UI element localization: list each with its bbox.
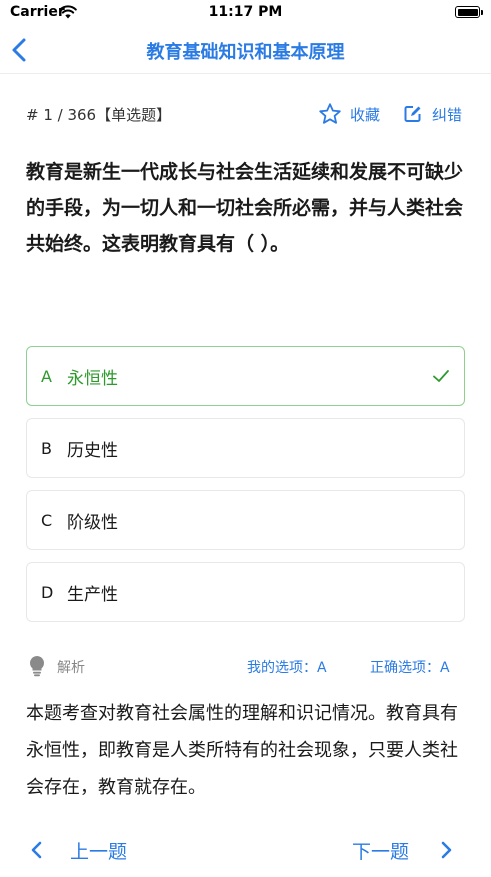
correct-choice: 正确选项：A [370,660,450,676]
question-counter: # 1 / 366【单选题】 [26,106,172,124]
option-text: 永恒性 [67,368,118,389]
correct-error-label: 纠错 [432,105,463,124]
battery-icon [455,6,480,18]
lightbulb-icon [29,655,45,677]
option-letter: C [41,510,53,530]
option-letter: D [41,582,54,602]
edit-icon [404,106,421,122]
correct-error-button[interactable]: 纠错 [404,101,462,127]
option-b[interactable]: B 历史性 [26,418,465,478]
status-bar: Carrier 11:17 PM [0,0,491,26]
option-letter: B [41,438,52,458]
status-time: 11:17 PM [208,4,283,20]
option-d[interactable]: D 生产性 [26,562,465,622]
option-text: 阶级性 [67,512,118,533]
favorite-button[interactable]: 收藏 [318,101,380,127]
prev-question-button[interactable]: 上一题 [30,835,127,865]
question-text: 教育是新生一代成长与社会生活延续和发展不可缺少的手段，为一切人和一切社会所必需，… [26,161,464,255]
checkmark-icon [433,370,449,382]
next-question-label: 下一题 [352,840,410,863]
battery-cap [481,10,483,15]
analysis-label: 解析 [57,660,85,676]
chevron-right-icon [441,841,452,859]
chevron-left-icon [31,841,42,859]
nav-title: 教育基础知识和基本原理 [146,42,345,63]
option-c[interactable]: C 阶级性 [26,490,465,550]
my-choice: 我的选项：A [247,660,327,676]
favorite-label: 收藏 [350,105,381,124]
star-outline-icon [319,103,341,124]
option-letter: A [41,366,52,386]
nav-bar: 教育基础知识和基本原理 [0,26,491,74]
next-question-button[interactable]: 下一题 [352,835,453,865]
option-text: 生产性 [67,584,118,605]
prev-question-label: 上一题 [70,840,128,863]
option-text: 历史性 [67,440,118,461]
analysis-text: 本题考查对教育社会属性的理解和识记情况。教育具有永恒性，即教育是人类所特有的社会… [26,703,458,798]
option-a[interactable]: A 永恒性 [26,346,465,406]
